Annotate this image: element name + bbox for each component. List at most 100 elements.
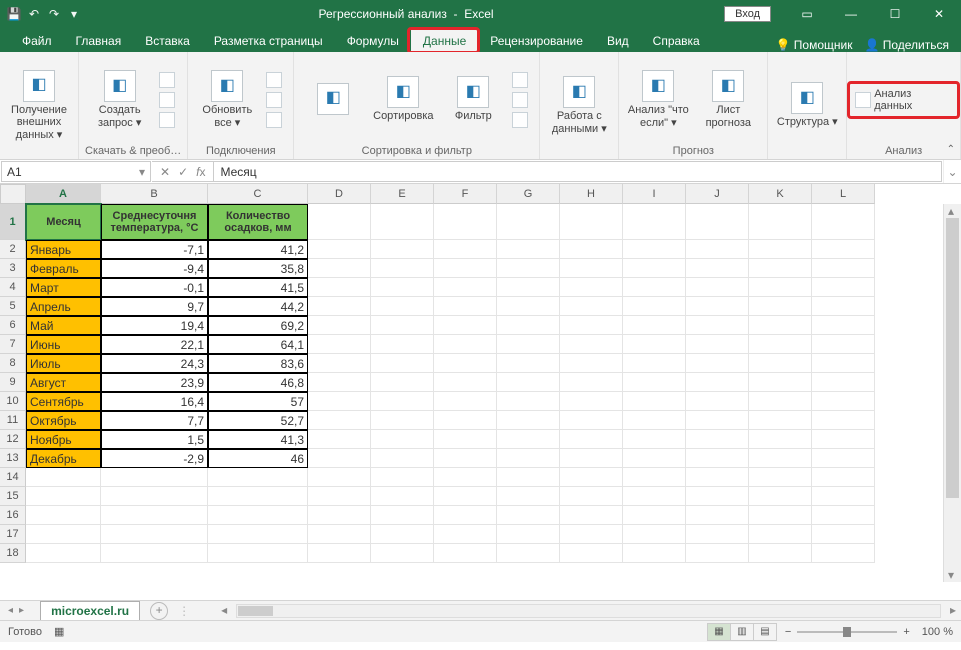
- cell-C13[interactable]: 46: [208, 449, 308, 468]
- cell-G17[interactable]: [497, 525, 560, 544]
- select-all-corner[interactable]: [0, 184, 26, 204]
- cell-I4[interactable]: [623, 278, 686, 297]
- maximize-icon[interactable]: ☐: [873, 0, 917, 28]
- cell-H9[interactable]: [560, 373, 623, 392]
- row-header-12[interactable]: 12: [0, 430, 26, 449]
- cell-C4[interactable]: 41,5: [208, 278, 308, 297]
- cell-F11[interactable]: [434, 411, 497, 430]
- cell-L12[interactable]: [812, 430, 875, 449]
- cell-K9[interactable]: [749, 373, 812, 392]
- cell-A13[interactable]: Декабрь: [26, 449, 101, 468]
- cell-D11[interactable]: [308, 411, 371, 430]
- col-header-C[interactable]: C: [208, 184, 308, 204]
- cell-F7[interactable]: [434, 335, 497, 354]
- filter-button[interactable]: ◧Фильтр: [440, 76, 506, 123]
- cell-F18[interactable]: [434, 544, 497, 563]
- small-button[interactable]: [157, 71, 180, 89]
- cell-I6[interactable]: [623, 316, 686, 335]
- cell-B8[interactable]: 24,3: [101, 354, 208, 373]
- cell-K5[interactable]: [749, 297, 812, 316]
- cell-D5[interactable]: [308, 297, 371, 316]
- cell-H4[interactable]: [560, 278, 623, 297]
- row-header-11[interactable]: 11: [0, 411, 26, 430]
- get-external-button[interactable]: ◧Получение внешних данных ▾: [6, 70, 72, 142]
- small-button[interactable]: [510, 71, 533, 89]
- cell-J10[interactable]: [686, 392, 749, 411]
- cell-G7[interactable]: [497, 335, 560, 354]
- cell-D18[interactable]: [308, 544, 371, 563]
- cancel-icon[interactable]: ✕: [160, 165, 170, 179]
- cell-K6[interactable]: [749, 316, 812, 335]
- cell-G5[interactable]: [497, 297, 560, 316]
- cell-K17[interactable]: [749, 525, 812, 544]
- row-header-10[interactable]: 10: [0, 392, 26, 411]
- cell-D9[interactable]: [308, 373, 371, 392]
- cell-D13[interactable]: [308, 449, 371, 468]
- tab-формулы[interactable]: Формулы: [335, 30, 411, 52]
- cell-grid[interactable]: МесяцСреднесуточня температура, °CКоличе…: [26, 204, 943, 582]
- cell-C5[interactable]: 44,2: [208, 297, 308, 316]
- zoom-in-button[interactable]: +: [903, 626, 909, 638]
- cell-H5[interactable]: [560, 297, 623, 316]
- cell-C2[interactable]: 41,2: [208, 240, 308, 259]
- cell-A11[interactable]: Октябрь: [26, 411, 101, 430]
- cell-D16[interactable]: [308, 506, 371, 525]
- cell-A10[interactable]: Сентябрь: [26, 392, 101, 411]
- cell-H10[interactable]: [560, 392, 623, 411]
- cell-B9[interactable]: 23,9: [101, 373, 208, 392]
- cell-G4[interactable]: [497, 278, 560, 297]
- cell-A17[interactable]: [26, 525, 101, 544]
- cell-K11[interactable]: [749, 411, 812, 430]
- cell-G14[interactable]: [497, 468, 560, 487]
- cell-E10[interactable]: [371, 392, 434, 411]
- sheet-tab[interactable]: microexcel.ru: [40, 601, 140, 620]
- cell-E8[interactable]: [371, 354, 434, 373]
- tab-split-handle[interactable]: ⋮: [178, 604, 190, 618]
- enter-icon[interactable]: ✓: [178, 165, 188, 179]
- minimize-icon[interactable]: ―: [829, 0, 873, 28]
- col-header-L[interactable]: L: [812, 184, 875, 204]
- small-button[interactable]: [264, 71, 287, 89]
- tab-файл[interactable]: Файл: [10, 30, 64, 52]
- cell-E11[interactable]: [371, 411, 434, 430]
- close-icon[interactable]: ✕: [917, 0, 961, 28]
- cell-E4[interactable]: [371, 278, 434, 297]
- signin-button[interactable]: Вход: [724, 6, 771, 22]
- cell-F15[interactable]: [434, 487, 497, 506]
- cell-I8[interactable]: [623, 354, 686, 373]
- sheet-nav[interactable]: ◂▸: [0, 605, 32, 616]
- cell-K14[interactable]: [749, 468, 812, 487]
- cell-L10[interactable]: [812, 392, 875, 411]
- cell-A4[interactable]: Март: [26, 278, 101, 297]
- qat-customize-icon[interactable]: ▾: [66, 6, 82, 22]
- cell-F9[interactable]: [434, 373, 497, 392]
- macro-record-icon[interactable]: ▦: [54, 625, 64, 638]
- tell-me[interactable]: 💡 Помощник: [776, 38, 853, 52]
- cell-F17[interactable]: [434, 525, 497, 544]
- cell-I2[interactable]: [623, 240, 686, 259]
- cell-K4[interactable]: [749, 278, 812, 297]
- cell-E6[interactable]: [371, 316, 434, 335]
- cell-A16[interactable]: [26, 506, 101, 525]
- cell-E5[interactable]: [371, 297, 434, 316]
- col-header-D[interactable]: D: [308, 184, 371, 204]
- cell-C11[interactable]: 52,7: [208, 411, 308, 430]
- tab-данные[interactable]: Данные: [411, 30, 478, 52]
- tab-справка[interactable]: Справка: [641, 30, 712, 52]
- cell-H16[interactable]: [560, 506, 623, 525]
- cell-D2[interactable]: [308, 240, 371, 259]
- cell-E9[interactable]: [371, 373, 434, 392]
- add-sheet-button[interactable]: +: [150, 602, 168, 620]
- text-cols-button[interactable]: ◧Работа с данными ▾: [546, 76, 612, 135]
- cell-I10[interactable]: [623, 392, 686, 411]
- formula-input[interactable]: Месяц: [214, 161, 942, 182]
- cell-A15[interactable]: [26, 487, 101, 506]
- cell-B10[interactable]: 16,4: [101, 392, 208, 411]
- row-header-15[interactable]: 15: [0, 487, 26, 506]
- cell-I9[interactable]: [623, 373, 686, 392]
- col-header-K[interactable]: K: [749, 184, 812, 204]
- col-header-B[interactable]: B: [101, 184, 208, 204]
- cell-F2[interactable]: [434, 240, 497, 259]
- tab-вид[interactable]: Вид: [595, 30, 641, 52]
- cell-D10[interactable]: [308, 392, 371, 411]
